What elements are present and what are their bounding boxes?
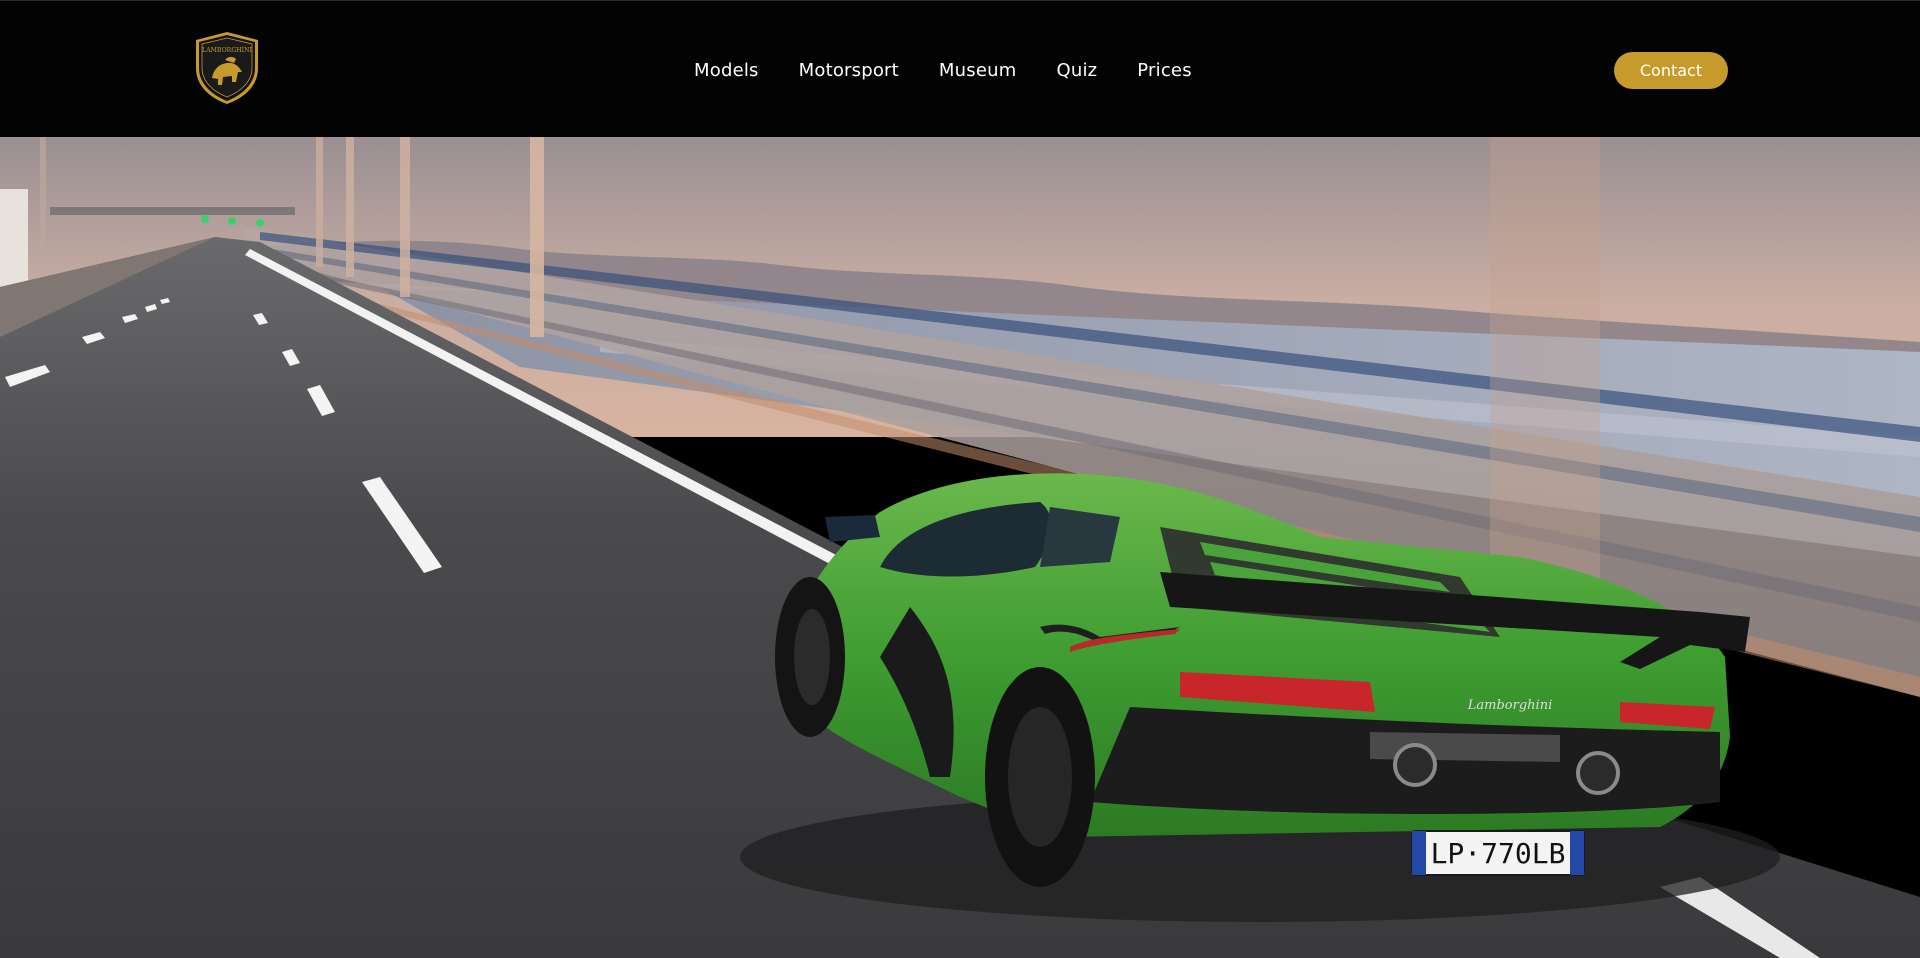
nav-item-prices[interactable]: Prices bbox=[1137, 60, 1192, 81]
lamborghini-logo[interactable]: LAMBORGHINI bbox=[192, 30, 262, 106]
hero-image: LP·770LB Lamborghini bbox=[0, 137, 1920, 958]
bull-shield-icon: LAMBORGHINI bbox=[196, 32, 258, 104]
nav-item-motorsport[interactable]: Motorsport bbox=[799, 60, 899, 81]
nav-item-museum[interactable]: Museum bbox=[939, 60, 1017, 81]
contact-button[interactable]: Contact bbox=[1614, 52, 1728, 89]
nav-item-models[interactable]: Models bbox=[694, 60, 759, 81]
nav-item-quiz[interactable]: Quiz bbox=[1056, 60, 1097, 81]
hero-illustration: LP·770LB Lamborghini bbox=[0, 137, 1920, 958]
site-header: LAMBORGHINI Models Motorsport Museum Qui… bbox=[0, 0, 1920, 137]
logo-text: LAMBORGHINI bbox=[202, 47, 253, 54]
main-nav: Models Motorsport Museum Quiz Prices bbox=[694, 57, 1192, 83]
car-badge: Lamborghini bbox=[1467, 698, 1552, 713]
license-plate-text: LP·770LB bbox=[1431, 837, 1566, 870]
